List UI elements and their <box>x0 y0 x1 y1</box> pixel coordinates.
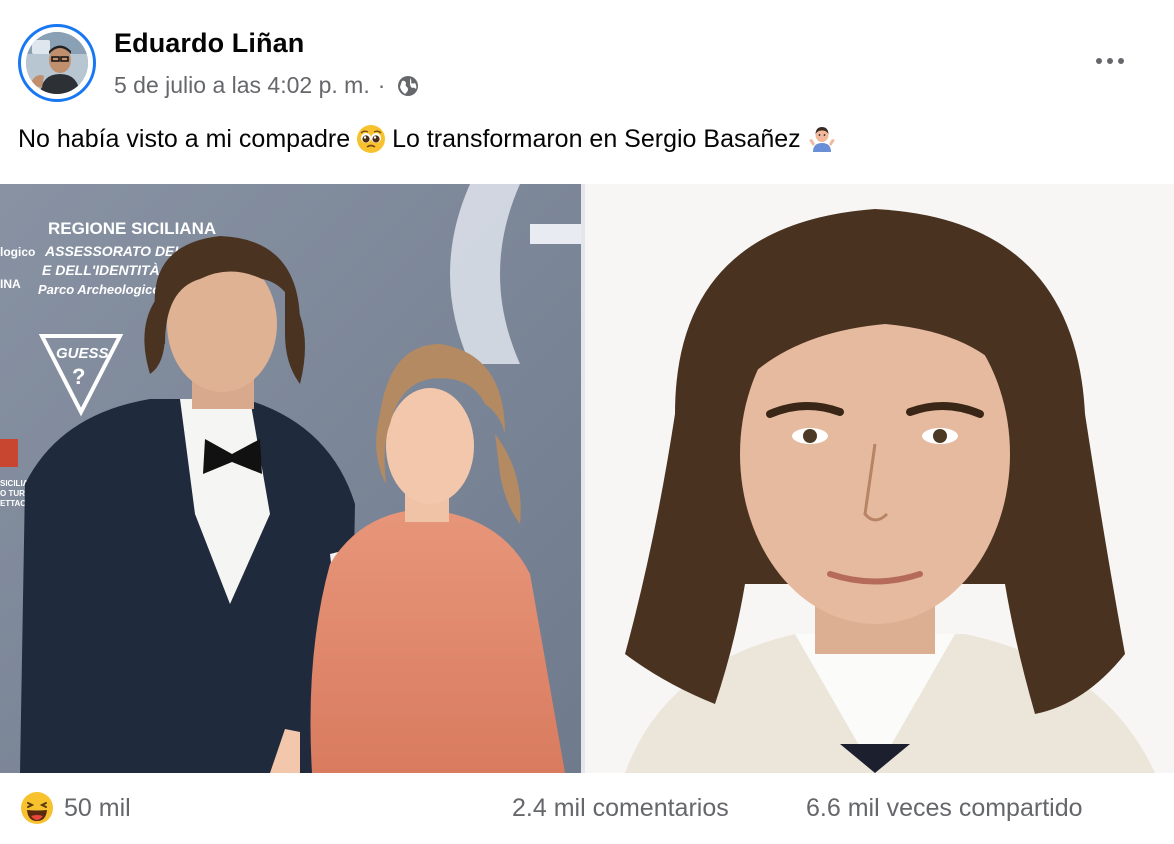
person-shrugging-emoji <box>807 124 837 154</box>
post-timestamp[interactable]: 5 de julio a las 4:02 p. m. <box>114 72 370 99</box>
pleading-face-emoji <box>356 124 386 154</box>
photo-portrait[interactable] <box>585 184 1174 773</box>
photo-red-carpet[interactable]: REGIONE SICILIANA ASSESSORATO DEI BENI E… <box>0 184 581 773</box>
post-footer: 50 mil 2.4 mil comentarios 6.6 mil veces… <box>0 773 1174 844</box>
globe-icon[interactable] <box>397 75 419 97</box>
comments-count[interactable]: 2.4 mil comentarios <box>512 794 729 823</box>
post-text-part1: No había visto a mi compadre <box>18 124 351 153</box>
guess-logo-text: GUESS <box>56 345 109 362</box>
reactions-summary[interactable]: 50 mil <box>20 791 131 825</box>
author-name[interactable]: Eduardo Liñan <box>114 28 304 59</box>
backdrop-text-1: REGIONE SICILIANA <box>48 219 216 238</box>
author-avatar[interactable] <box>18 24 96 102</box>
post-header: Eduardo Liñan 5 de julio a las 4:02 p. m… <box>0 0 1174 112</box>
more-options-icon[interactable] <box>1090 48 1130 74</box>
backdrop-text-3: E DELL'IDENTITÀ SI <box>42 262 178 278</box>
backdrop-side-1: logico <box>0 245 35 259</box>
backdrop-side-2: INA <box>0 277 21 291</box>
photo-grid: REGIONE SICILIANA ASSESSORATO DEI BENI E… <box>0 184 1174 773</box>
shares-count[interactable]: 6.6 mil veces compartido <box>806 794 1083 823</box>
post-text-part2: Lo transformaron en Sergio Basañez <box>392 124 801 153</box>
guess-logo-mark: ? <box>72 364 85 389</box>
reaction-count: 50 mil <box>64 793 131 822</box>
facebook-post: Eduardo Liñan 5 de julio a las 4:02 p. m… <box>0 0 1174 844</box>
meta-separator: · <box>377 72 386 98</box>
backdrop-text-4: Parco Archeologico <box>38 282 160 297</box>
post-text: No había visto a mi compadre Lo transfor… <box>18 124 843 154</box>
avatar-image <box>26 32 88 94</box>
laughing-emoji <box>20 791 54 825</box>
post-meta: 5 de julio a las 4:02 p. m. · <box>114 72 419 99</box>
